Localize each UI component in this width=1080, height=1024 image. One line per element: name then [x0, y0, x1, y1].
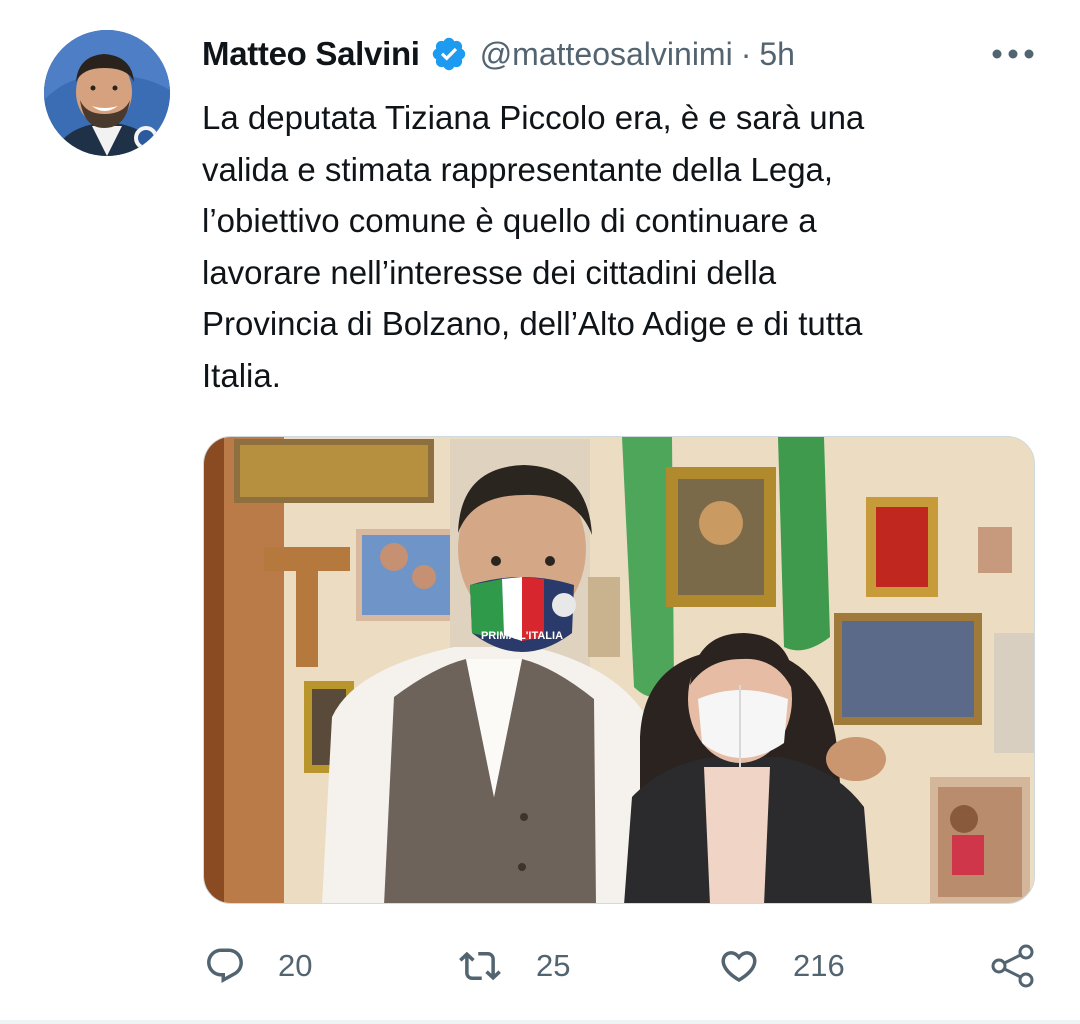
mask-text: PRIMA L'ITALIA — [481, 630, 563, 642]
tweet[interactable]: Matteo Salvini @matteosalvinimi · 5h La … — [0, 0, 1080, 1024]
avatar[interactable] — [44, 30, 170, 156]
tweet-photo[interactable]: PRIMA L'ITALIA — [203, 436, 1035, 904]
separator-dot: · — [740, 35, 752, 72]
reply-icon — [207, 948, 243, 983]
like-button[interactable]: 216 — [717, 940, 845, 992]
timestamp[interactable]: 5h — [759, 36, 795, 73]
retweet-button[interactable]: 25 — [456, 940, 570, 992]
tweet-text: La deputata Tiziana Piccolo era, è e sar… — [202, 99, 865, 394]
heart-icon — [721, 951, 757, 983]
more-options-button[interactable] — [988, 36, 1038, 72]
reply-count: 20 — [278, 948, 313, 983]
share-button[interactable] — [990, 940, 1036, 992]
retweet-icon — [459, 951, 501, 981]
share-icon — [991, 944, 1034, 988]
retweet-count: 25 — [536, 948, 571, 983]
like-count: 216 — [793, 948, 845, 983]
divider — [0, 1020, 1080, 1024]
author-handle[interactable]: @matteosalvinimi — [480, 36, 733, 73]
reply-button[interactable]: 20 — [204, 940, 312, 992]
more-horizontal-icon — [992, 49, 1034, 59]
tweet-actions: 20 25 216 — [0, 930, 1080, 1000]
verified-badge-icon — [430, 35, 468, 73]
author-display-name[interactable]: Matteo Salvini — [202, 35, 420, 73]
tweet-header: Matteo Salvini @matteosalvinimi · 5h — [202, 28, 795, 80]
